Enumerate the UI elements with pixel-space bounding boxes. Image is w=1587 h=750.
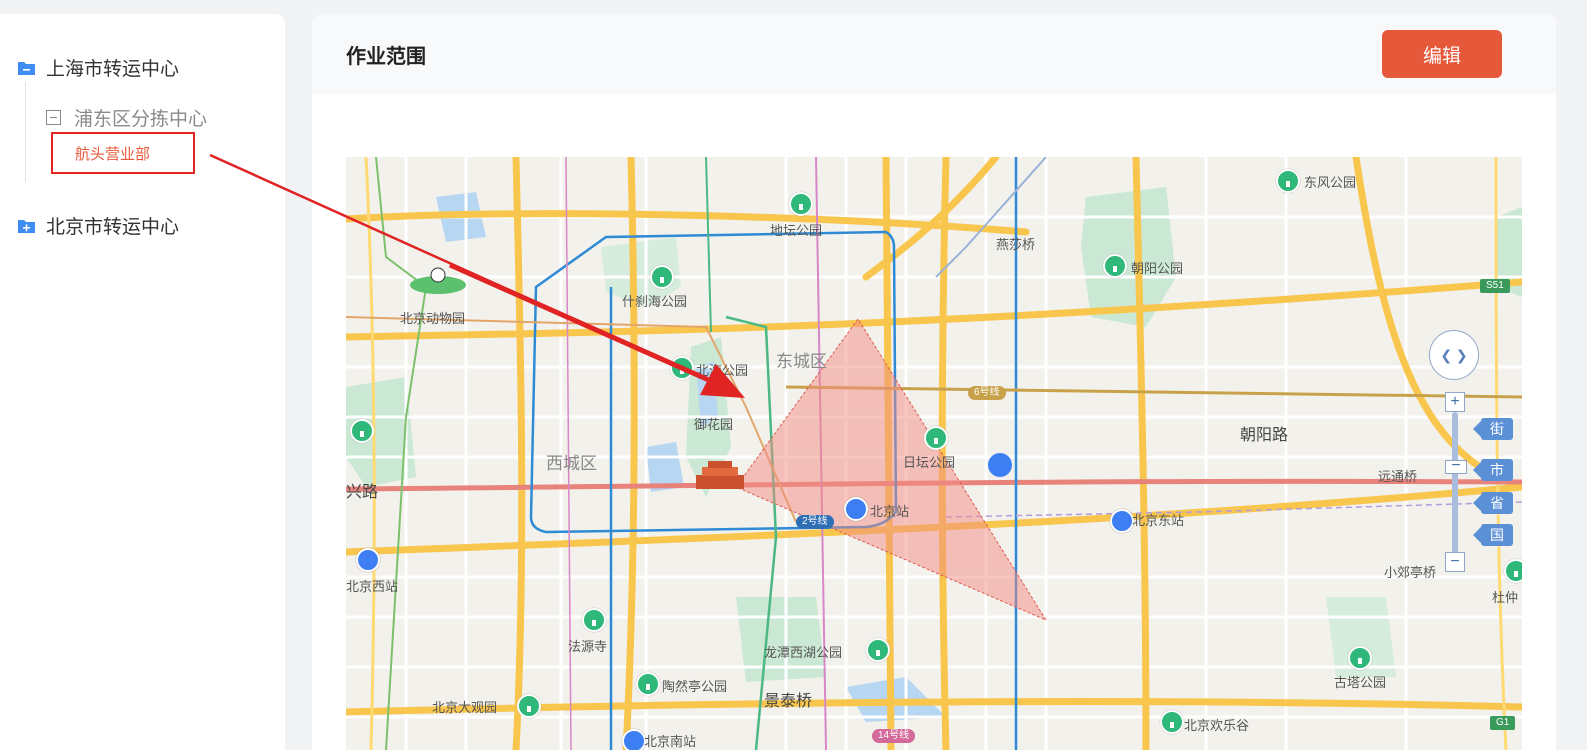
zoom-level-street[interactable]: 街 bbox=[1473, 418, 1513, 440]
park-pin-icon bbox=[1103, 254, 1127, 278]
page-title: 作业范围 bbox=[346, 46, 426, 68]
collapse-box-icon[interactable] bbox=[46, 110, 61, 125]
map-label-longtan: 龙潭西湖公园 bbox=[764, 645, 843, 660]
park-pin-icon bbox=[517, 694, 541, 718]
main-panel: 作业范围 编辑 地坛公园 燕莎桥 东风公园 朝阳公园 什刹海公园 北京动物园 北… bbox=[312, 14, 1556, 750]
map-label-fayuansi: 法源寺 bbox=[568, 639, 608, 654]
map-label-dongcheng: 东城区 bbox=[776, 352, 827, 371]
map-label-dongfeng: 东风公园 bbox=[1304, 175, 1357, 190]
folder-expand-icon[interactable] bbox=[18, 219, 35, 233]
map-label-dushe: 杜仲 bbox=[1492, 590, 1519, 605]
map-label-taoranting: 陶然亭公园 bbox=[662, 679, 728, 694]
map-label-chaoyang-road: 朝阳路 bbox=[1240, 427, 1289, 444]
zoom-in-button[interactable]: + bbox=[1445, 392, 1465, 412]
tree-node-label: 上海市转运中心 bbox=[46, 59, 180, 80]
highway-s51-badge: S51 bbox=[1480, 279, 1510, 293]
park-pin-icon bbox=[1160, 710, 1184, 734]
tree-node-beijing-transfer-center[interactable]: 北京市转运中心 bbox=[18, 212, 179, 239]
map-label-beijing-east: 北京东站 bbox=[1132, 513, 1185, 528]
park-pin-icon bbox=[866, 638, 890, 662]
park-pin-icon bbox=[582, 608, 606, 632]
park-pin-icon bbox=[924, 426, 948, 450]
edit-button[interactable]: 编辑 bbox=[1382, 30, 1502, 78]
map-pan-control[interactable]: ❮ ❯ bbox=[1429, 330, 1479, 380]
tree-node-label: 北京市转运中心 bbox=[46, 217, 180, 238]
map-label-jingtai: 景泰桥 bbox=[764, 693, 813, 710]
park-pin-icon bbox=[670, 356, 694, 380]
map-label-beijing-station: 北京站 bbox=[870, 504, 910, 519]
zoom-slider-handle[interactable]: − bbox=[1445, 458, 1467, 474]
map-label-chaoyang-park: 朝阳公园 bbox=[1131, 261, 1184, 276]
map-label-yuantong: 远通桥 bbox=[1378, 469, 1418, 484]
park-pin-icon bbox=[650, 265, 674, 289]
map-label-xicheng: 西城区 bbox=[546, 454, 597, 473]
tree-node-label: 浦东区分拣中心 bbox=[74, 109, 208, 130]
map-label-yanshaqiao: 燕莎桥 bbox=[996, 237, 1036, 252]
map-label-beihai: 北海公园 bbox=[696, 363, 749, 378]
map-label-daguanyuan: 北京大观园 bbox=[432, 700, 498, 715]
map-label-gutayuan: 古塔公园 bbox=[1334, 675, 1387, 690]
metro-line-2-badge: 2号线 bbox=[796, 515, 834, 529]
park-pin-icon bbox=[789, 192, 813, 216]
tree-node-hangtou-business-dept[interactable]: 航头营业部 bbox=[51, 132, 195, 174]
zoom-level-city[interactable]: 市 bbox=[1473, 459, 1513, 481]
map-label-ditan: 地坛公园 bbox=[770, 223, 823, 238]
park-pin-icon bbox=[350, 419, 374, 443]
highway-g1-badge: G1 bbox=[1490, 716, 1516, 730]
tree-node-shanghai-transfer-center[interactable]: 上海市转运中心 bbox=[18, 54, 179, 81]
metro-station-icon bbox=[844, 497, 868, 521]
map-label-shichahai: 什刹海公园 bbox=[622, 294, 688, 309]
metro-station-icon bbox=[622, 729, 646, 750]
map-label-beijing-west: 北京西站 bbox=[346, 579, 399, 594]
map-view[interactable]: 地坛公园 燕莎桥 东风公园 朝阳公园 什刹海公园 北京动物园 北海公园 东城区 … bbox=[346, 157, 1522, 750]
park-pin-icon bbox=[1348, 646, 1372, 670]
map-label-beijing-zoo: 北京动物园 bbox=[400, 311, 466, 326]
park-pin-icon bbox=[1276, 169, 1300, 193]
panel-header: 作业范围 编辑 bbox=[312, 14, 1556, 94]
park-pin-icon bbox=[636, 672, 660, 696]
zoom-level-province[interactable]: 省 bbox=[1473, 492, 1513, 514]
tree-guide-line bbox=[25, 82, 26, 182]
zoom-level-country[interactable]: 国 bbox=[1473, 524, 1513, 546]
tree-node-label: 航头营业部 bbox=[75, 145, 151, 163]
map-label-yuhuayuan: 御花园 bbox=[694, 417, 734, 432]
metro-station-icon bbox=[1110, 509, 1134, 533]
map-label-huanlegu: 北京欢乐谷 bbox=[1184, 718, 1250, 733]
zoom-out-button[interactable]: − bbox=[1445, 552, 1465, 572]
metro-line-14-badge: 14号线 bbox=[872, 729, 916, 743]
folder-collapse-icon[interactable] bbox=[18, 61, 35, 75]
metro-line-6-badge: 6号线 bbox=[968, 386, 1006, 400]
metro-station-icon bbox=[356, 548, 380, 572]
map-label-beijing-south: 北京南站 bbox=[644, 734, 697, 749]
map-label-ritan: 日坛公园 bbox=[903, 455, 956, 470]
org-tree-sidebar: 上海市转运中心 浦东区分拣中心 航头营业部 北京市转运中心 bbox=[0, 14, 285, 750]
map-label-xiaojiaoting: 小郊亭桥 bbox=[1384, 565, 1437, 580]
map-label-xinglu: 兴路 bbox=[346, 484, 379, 501]
tree-node-pudong-sorting-center[interactable]: 浦东区分拣中心 bbox=[46, 104, 207, 131]
zoom-slider-track[interactable] bbox=[1452, 412, 1458, 562]
park-pin-icon bbox=[1504, 559, 1522, 583]
